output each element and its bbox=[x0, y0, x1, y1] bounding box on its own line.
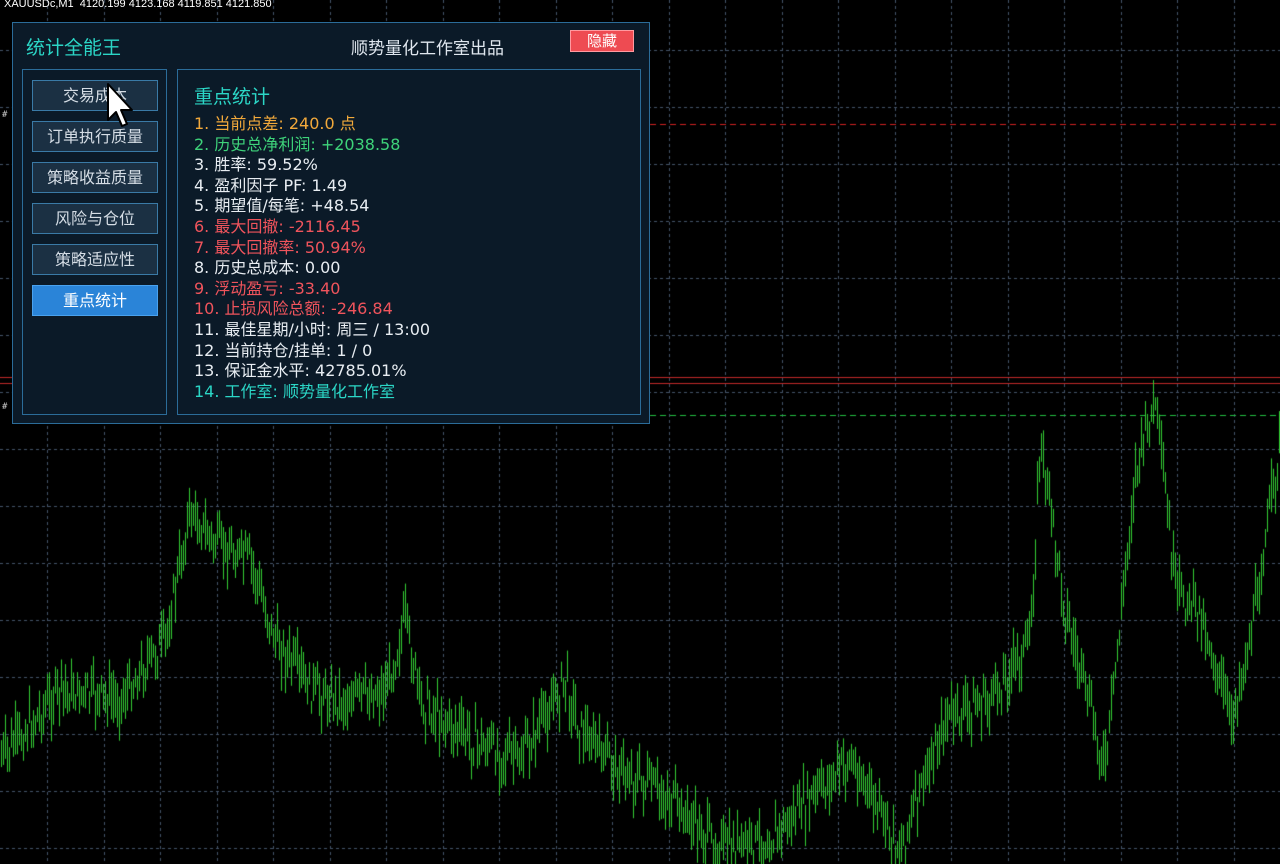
nav-button-strategy-return[interactable]: 策略收益质量 bbox=[32, 162, 158, 193]
stat-row: 14. 工作室: 顺势量化工作室 bbox=[194, 382, 430, 403]
stat-label: 8. 历史总成本: bbox=[194, 258, 305, 278]
stat-value: +48.54 bbox=[310, 196, 370, 216]
nav-button-adaptability[interactable]: 策略适应性 bbox=[32, 244, 158, 275]
content-area: 重点统计 1. 当前点差: 240.0 点 2. 历史总净利润: +2038.5… bbox=[177, 69, 641, 415]
nav-button-label: 策略适应性 bbox=[54, 250, 135, 269]
stat-value: 周三 / 13:00 bbox=[336, 319, 431, 339]
stat-label: 14. 工作室: bbox=[194, 381, 284, 401]
stat-label: 9. 浮动盈亏: bbox=[194, 278, 289, 298]
hide-button[interactable]: 隐藏 bbox=[570, 30, 634, 52]
stat-row: 3. 胜率: 59.52% bbox=[194, 155, 430, 176]
nav-button-label: 策略收益质量 bbox=[46, 168, 143, 187]
stat-row: 11. 最佳星期/小时: 周三 / 13:00 bbox=[194, 320, 430, 341]
stat-row: 2. 历史总净利润: +2038.58 bbox=[194, 135, 430, 156]
panel-title: 统计全能王 bbox=[26, 37, 122, 59]
stat-label: 2. 历史总净利润: bbox=[194, 134, 321, 154]
stat-label: 6. 最大回撤: bbox=[194, 216, 289, 236]
nav-sidebar: 交易成本 订单执行质量 策略收益质量 风险与仓位 策略适应性 重点统计 bbox=[22, 69, 167, 415]
nav-button-trade-cost[interactable]: 交易成本 bbox=[32, 80, 158, 111]
nav-button-label: 重点统计 bbox=[62, 291, 127, 310]
stat-value: 42785.01% bbox=[315, 361, 407, 381]
nav-button-key-stats[interactable]: 重点统计 bbox=[32, 285, 158, 316]
stat-value: 1 / 0 bbox=[336, 340, 373, 360]
stat-label: 1. 当前点差: bbox=[194, 114, 289, 133]
stat-row: 7. 最大回撤率: 50.94% bbox=[194, 238, 430, 259]
stat-value: +2038.58 bbox=[320, 134, 401, 154]
stat-label: 5. 期望值/每笔: bbox=[194, 196, 311, 216]
hash-mark: # bbox=[2, 402, 8, 412]
stat-value: -33.40 bbox=[288, 278, 341, 298]
stat-row: 6. 最大回撤: -2116.45 bbox=[194, 217, 430, 238]
stat-value: 50.94% bbox=[304, 237, 366, 257]
nav-button-label: 风险与仓位 bbox=[54, 209, 135, 228]
credit-text: 顺势量化工作室出品 bbox=[351, 39, 504, 59]
stat-row: 9. 浮动盈亏: -33.40 bbox=[194, 279, 430, 300]
stat-label: 3. 胜率: bbox=[194, 155, 257, 175]
stat-row: 12. 当前持仓/挂单: 1 / 0 bbox=[194, 341, 430, 362]
nav-button-order-execution[interactable]: 订单执行质量 bbox=[32, 121, 158, 152]
stat-value: -246.84 bbox=[331, 299, 393, 319]
hash-mark: # bbox=[2, 110, 8, 120]
stat-value: 240.0 点 bbox=[288, 114, 356, 133]
stat-label: 10. 止损风险总额: bbox=[194, 299, 332, 319]
stats-list: 1. 当前点差: 240.0 点 2. 历史总净利润: +2038.58 3. … bbox=[194, 114, 430, 402]
stat-label: 13. 保证金水平: bbox=[194, 361, 316, 381]
stat-value: 1.49 bbox=[311, 175, 348, 195]
stat-row: 5. 期望值/每笔: +48.54 bbox=[194, 196, 430, 217]
stat-row: 4. 盈利因子 PF: 1.49 bbox=[194, 176, 430, 197]
content-title: 重点统计 bbox=[194, 86, 271, 108]
stat-label: 11. 最佳星期/小时: bbox=[194, 319, 337, 339]
stat-row: 10. 止损风险总额: -246.84 bbox=[194, 299, 430, 320]
nav-button-risk-position[interactable]: 风险与仓位 bbox=[32, 203, 158, 234]
stat-row: 1. 当前点差: 240.0 点 bbox=[194, 114, 430, 135]
stat-label: 12. 当前持仓/挂单: bbox=[194, 340, 337, 360]
stat-label: 7. 最大回撤率: bbox=[194, 237, 305, 257]
stat-value: 0.00 bbox=[304, 258, 341, 278]
stat-value: -2116.45 bbox=[288, 216, 361, 236]
stat-label: 4. 盈利因子 PF: bbox=[194, 175, 312, 195]
stat-row: 13. 保证金水平: 42785.01% bbox=[194, 361, 430, 382]
symbol-header: XAUUSDc,M1 4120.199 4123.168 4119.851 41… bbox=[4, 0, 272, 10]
mouse-cursor-icon bbox=[107, 83, 133, 127]
stat-value: 59.52% bbox=[256, 155, 318, 175]
stat-row: 8. 历史总成本: 0.00 bbox=[194, 258, 430, 279]
stat-value: 顺势量化工作室 bbox=[283, 381, 396, 401]
